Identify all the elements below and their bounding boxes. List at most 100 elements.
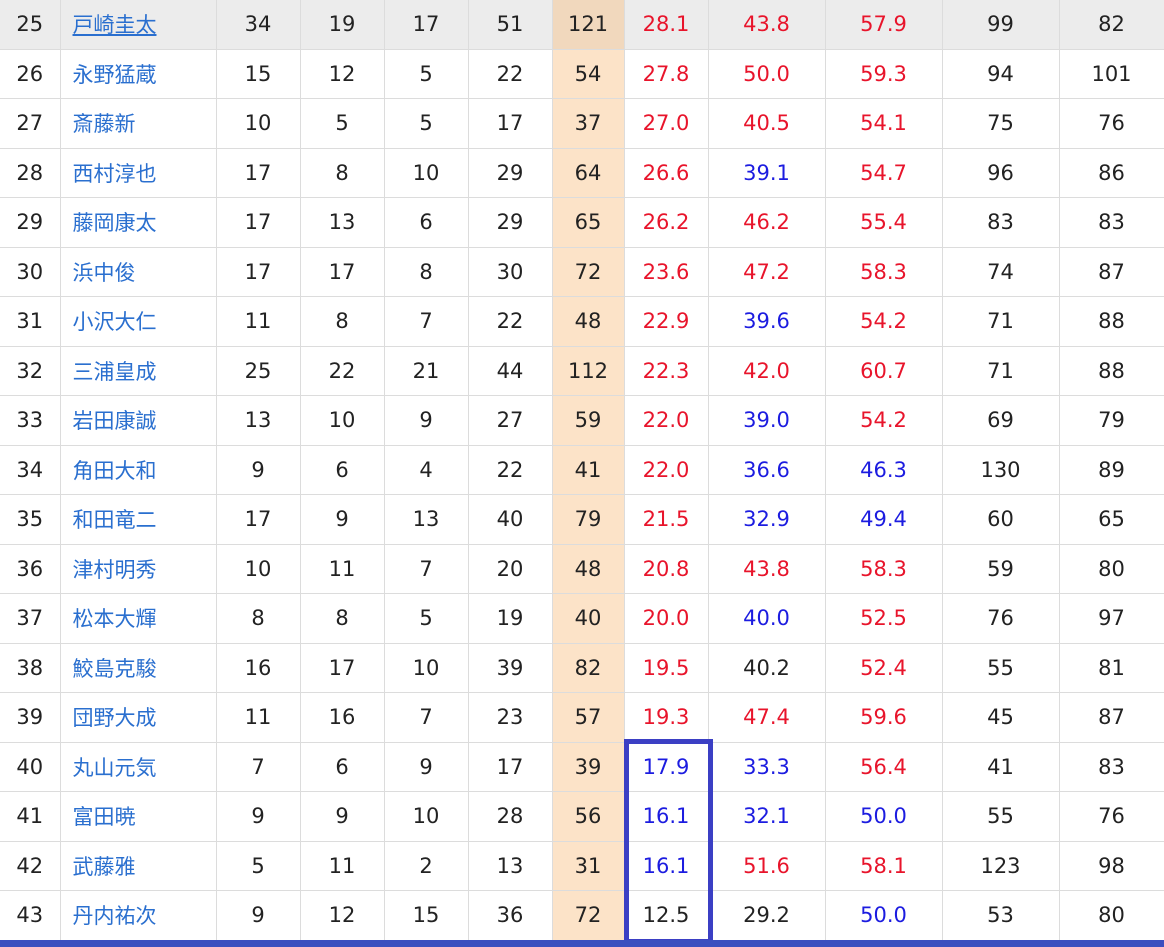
first-place-count-cell: 17	[216, 197, 301, 248]
third-place-count-cell: 10	[384, 791, 469, 842]
rank-cell: 36	[0, 544, 61, 594]
place-rate-cell: 32.1	[708, 791, 826, 842]
jockey-name-link[interactable]: 武藤雅	[60, 841, 217, 891]
table-row: 25 戸崎圭太 34 19 17 51 121 28.1 43.8 57.9 99 82	[0, 0, 1164, 50]
jockey-name-text[interactable]: 津村明秀	[73, 558, 157, 582]
other-place-count-cell: 23	[468, 692, 553, 743]
win-rate-cell: 22.9	[624, 296, 709, 347]
jockey-name-text[interactable]: 和田竜二	[73, 508, 157, 532]
jockey-name-text[interactable]: 丸山元気	[73, 756, 157, 780]
win-return-cell: 83	[942, 197, 1060, 248]
jockey-name-link[interactable]: 角田大和	[60, 445, 217, 495]
jockey-name-text[interactable]: 富田暁	[73, 805, 136, 829]
jockey-name-link[interactable]: 岩田康誠	[60, 395, 217, 446]
total-rides-cell: 54	[552, 49, 625, 99]
jockey-name-link[interactable]: 丹内祐次	[60, 890, 217, 941]
jockey-name-text[interactable]: 斎藤新	[73, 112, 136, 136]
place-rate-cell: 40.0	[708, 593, 826, 644]
show-rate-cell: 50.0	[825, 890, 943, 941]
jockey-name-text[interactable]: 角田大和	[73, 459, 157, 483]
show-rate-cell: 54.2	[825, 296, 943, 347]
jockey-name-link[interactable]: 三浦皇成	[60, 346, 217, 396]
place-rate-cell: 36.6	[708, 445, 826, 495]
jockey-name-text[interactable]: 岩田康誠	[73, 409, 157, 433]
second-place-count-cell: 9	[300, 791, 385, 842]
rank-cell: 35	[0, 494, 61, 545]
jockey-name-text[interactable]: 小沢大仁	[73, 310, 157, 334]
rank-cell: 43	[0, 890, 61, 941]
total-rides-cell: 82	[552, 643, 625, 693]
jockey-name-text[interactable]: 鮫島克駿	[73, 657, 157, 681]
table-body: 25 戸崎圭太 34 19 17 51 121 28.1 43.8 57.9 99 82 26 永野猛蔵 1…	[0, 0, 1164, 941]
win-rate-cell: 26.2	[624, 197, 709, 248]
win-return-cell: 60	[942, 494, 1060, 545]
win-return-cell: 55	[942, 643, 1060, 693]
other-place-count-cell: 13	[468, 841, 553, 891]
bottom-scroll-bar[interactable]	[0, 940, 1164, 947]
total-rides-cell: 40	[552, 593, 625, 644]
jockey-name-text[interactable]: 松本大輝	[73, 607, 157, 631]
first-place-count-cell: 9	[216, 890, 301, 941]
jockey-name-text[interactable]: 武藤雅	[73, 855, 136, 879]
jockey-name-link[interactable]: 浜中俊	[60, 247, 217, 297]
jockey-name-text[interactable]: 三浦皇成	[73, 360, 157, 384]
show-rate-cell: 57.9	[825, 0, 943, 50]
jockey-name-link[interactable]: 斎藤新	[60, 98, 217, 149]
jockey-name-text[interactable]: 戸崎圭太	[73, 13, 157, 37]
place-rate-cell: 47.2	[708, 247, 826, 297]
second-place-count-cell: 5	[300, 98, 385, 149]
other-place-count-cell: 36	[468, 890, 553, 941]
first-place-count-cell: 17	[216, 148, 301, 198]
show-return-cell: 89	[1059, 445, 1164, 495]
show-return-cell: 76	[1059, 98, 1164, 149]
win-rate-cell: 19.3	[624, 692, 709, 743]
show-return-cell: 83	[1059, 742, 1164, 792]
jockey-name-text[interactable]: 丹内祐次	[73, 904, 157, 928]
jockey-name-text[interactable]: 永野猛蔵	[73, 63, 157, 87]
second-place-count-cell: 6	[300, 445, 385, 495]
second-place-count-cell: 22	[300, 346, 385, 396]
third-place-count-cell: 8	[384, 247, 469, 297]
total-rides-cell: 31	[552, 841, 625, 891]
rank-cell: 30	[0, 247, 61, 297]
jockey-name-link[interactable]: 永野猛蔵	[60, 49, 217, 99]
win-rate-cell: 27.0	[624, 98, 709, 149]
second-place-count-cell: 9	[300, 494, 385, 545]
rank-cell: 26	[0, 49, 61, 99]
table-row: 36 津村明秀 10 11 7 20 48 20.8 43.8 58.3 59 80	[0, 544, 1164, 594]
jockey-name-link[interactable]: 戸崎圭太	[60, 0, 217, 50]
jockey-name-link[interactable]: 松本大輝	[60, 593, 217, 644]
win-return-cell: 41	[942, 742, 1060, 792]
show-return-cell: 88	[1059, 296, 1164, 347]
first-place-count-cell: 8	[216, 593, 301, 644]
jockey-name-link[interactable]: 丸山元気	[60, 742, 217, 792]
third-place-count-cell: 9	[384, 742, 469, 792]
show-return-cell: 65	[1059, 494, 1164, 545]
jockey-name-link[interactable]: 鮫島克駿	[60, 643, 217, 693]
jockey-name-link[interactable]: 小沢大仁	[60, 296, 217, 347]
table-row: 37 松本大輝 8 8 5 19 40 20.0 40.0 52.5 76 97	[0, 593, 1164, 644]
jockey-name-link[interactable]: 津村明秀	[60, 544, 217, 594]
show-return-cell: 79	[1059, 395, 1164, 446]
jockey-name-text[interactable]: 浜中俊	[73, 261, 136, 285]
second-place-count-cell: 17	[300, 247, 385, 297]
show-rate-cell: 54.7	[825, 148, 943, 198]
place-rate-cell: 46.2	[708, 197, 826, 248]
jockey-stats-table: 25 戸崎圭太 34 19 17 51 121 28.1 43.8 57.9 99 82 26 永野猛蔵 1…	[0, 0, 1164, 941]
table-row: 33 岩田康誠 13 10 9 27 59 22.0 39.0 54.2 69 79	[0, 395, 1164, 446]
jockey-name-link[interactable]: 和田竜二	[60, 494, 217, 545]
second-place-count-cell: 11	[300, 544, 385, 594]
jockey-name-text[interactable]: 団野大成	[73, 706, 157, 730]
jockey-name-text[interactable]: 西村淳也	[73, 162, 157, 186]
table-row: 41 富田暁 9 9 10 28 56 16.1 32.1 50.0 55 76	[0, 791, 1164, 842]
jockey-name-link[interactable]: 富田暁	[60, 791, 217, 842]
first-place-count-cell: 9	[216, 445, 301, 495]
rank-cell: 40	[0, 742, 61, 792]
place-rate-cell: 43.8	[708, 0, 826, 50]
jockey-name-link[interactable]: 団野大成	[60, 692, 217, 743]
jockey-name-text[interactable]: 藤岡康太	[73, 211, 157, 235]
jockey-name-link[interactable]: 西村淳也	[60, 148, 217, 198]
jockey-name-link[interactable]: 藤岡康太	[60, 197, 217, 248]
place-rate-cell: 51.6	[708, 841, 826, 891]
total-rides-cell: 48	[552, 544, 625, 594]
